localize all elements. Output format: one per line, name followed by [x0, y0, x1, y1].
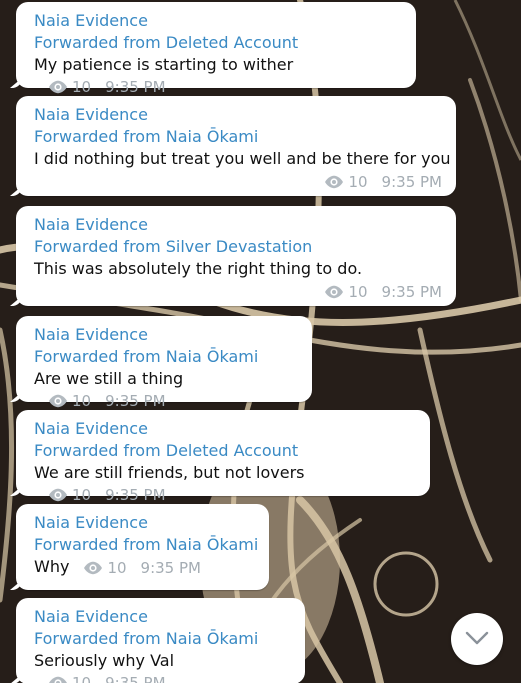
message-bubble[interactable]: Naia Evidence Forwarded from Deleted Acco… [16, 410, 430, 504]
sender-name[interactable]: Naia Evidence [34, 418, 412, 440]
message-time: 9:35 PM [105, 673, 166, 683]
message-meta: 10 9:35 PM [48, 78, 166, 96]
sender-name[interactable]: Naia Evidence [34, 324, 294, 346]
message-meta: 10 9:35 PM [83, 559, 201, 577]
view-count: 10 [72, 673, 92, 683]
message-bubble[interactable]: Naia Evidence Forwarded from Naia Ōkami I … [16, 96, 456, 196]
message-meta: 10 9:35 PM [48, 392, 166, 410]
message-text: We are still friends, but not lovers [34, 463, 305, 482]
message-text: This was absolutely the right thing to d… [34, 259, 363, 278]
sender-name[interactable]: Naia Evidence [34, 214, 438, 236]
forwarded-from[interactable]: Forwarded from Silver Devastation [34, 236, 438, 258]
message-text: Why [34, 557, 70, 576]
view-count: 10 [348, 283, 368, 301]
forwarded-from[interactable]: Forwarded from Naia Ōkami [34, 628, 287, 650]
message-time: 9:35 PM [105, 77, 166, 96]
sender-name[interactable]: Naia Evidence [34, 606, 287, 628]
message-meta: 10 9:35 PM [48, 486, 166, 504]
message-meta: 10 9:35 PM [324, 173, 442, 191]
forwarded-from[interactable]: Forwarded from Naia Ōkami [34, 126, 438, 148]
eye-icon [48, 676, 68, 683]
forwarded-from[interactable]: Forwarded from Deleted Account [34, 32, 398, 54]
message-time: 9:35 PM [140, 558, 201, 577]
sender-name[interactable]: Naia Evidence [34, 10, 398, 32]
eye-icon [48, 394, 68, 408]
forwarded-from[interactable]: Forwarded from Naia Ōkami [34, 534, 258, 556]
view-count: 10 [72, 77, 92, 96]
message-text: I did nothing but treat you well and be … [34, 149, 451, 168]
eye-icon [83, 561, 103, 575]
view-count: 10 [72, 391, 92, 410]
message-body: My patience is starting to wither 10 9:35 … [34, 54, 398, 96]
chevron-down-icon [465, 630, 489, 649]
message-text: Seriously why Val [34, 651, 175, 670]
view-count: 10 [72, 485, 92, 504]
message-body: Seriously why Val 10 9:35 PM [34, 650, 287, 683]
message-meta: 10 9:35 PM [324, 283, 442, 301]
message-bubble[interactable]: Naia Evidence Forwarded from Deleted Acco… [16, 2, 416, 96]
sender-name[interactable]: Naia Evidence [34, 512, 251, 534]
sender-name[interactable]: Naia Evidence [34, 104, 438, 126]
message-time: 9:35 PM [381, 283, 442, 301]
message-time: 9:35 PM [105, 485, 166, 504]
message-bubble[interactable]: Naia Evidence Forwarded from Naia Ōkami Ar… [16, 316, 312, 410]
message-bubble[interactable]: Naia Evidence Forwarded from Naia Ōkami Wh… [16, 504, 269, 590]
message-time: 9:35 PM [381, 173, 442, 191]
message-text: Are we still a thing [34, 369, 184, 388]
message-time: 9:35 PM [105, 391, 166, 410]
message-bubble[interactable]: Naia Evidence Forwarded from Naia Ōkami Se… [16, 598, 305, 683]
message-body: This was absolutely the right thing to d… [34, 258, 438, 280]
forwarded-from[interactable]: Forwarded from Deleted Account [34, 440, 412, 462]
eye-icon [324, 285, 344, 299]
message-meta: 10 9:35 PM [48, 674, 166, 683]
eye-icon [324, 175, 344, 189]
eye-icon [48, 488, 68, 502]
forwarded-from[interactable]: Forwarded from Naia Ōkami [34, 346, 294, 368]
message-body: We are still friends, but not lovers 10 9:… [34, 462, 412, 504]
message-text: My patience is starting to wither [34, 55, 294, 74]
message-body: Why 10 9:35 PM [34, 556, 251, 578]
message-body: Are we still a thing 10 9:35 PM [34, 368, 294, 410]
eye-icon [48, 80, 68, 94]
scroll-down-button[interactable] [451, 613, 503, 665]
view-count: 10 [348, 173, 368, 191]
message-bubble[interactable]: Naia Evidence Forwarded from Silver Devas… [16, 206, 456, 306]
message-body: I did nothing but treat you well and be … [34, 148, 451, 170]
view-count: 10 [107, 558, 127, 577]
